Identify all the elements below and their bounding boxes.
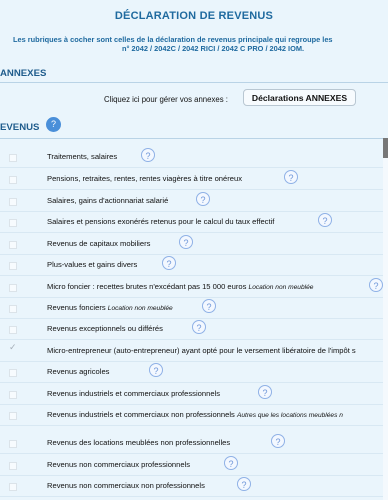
help-icon[interactable]: ?	[237, 477, 251, 491]
row-divider	[0, 361, 383, 362]
annexes-button[interactable]: Déclarations ANNEXES	[243, 89, 356, 106]
revenue-item-checkbox[interactable]	[9, 262, 17, 270]
row-divider	[0, 339, 383, 340]
revenue-declaration-page: DÉCLARATION DE REVENUS Les rubriques à c…	[0, 0, 388, 500]
revenue-item-text: Plus-values et gains divers	[47, 260, 138, 269]
revenue-item-label: Revenus de capitaux mobiliers	[47, 239, 150, 248]
revenue-item-text: Revenus industriels et commerciaux non p…	[47, 410, 235, 419]
revenue-item-text: Salaires et pensions exonérés retenus po…	[47, 217, 275, 226]
row-divider	[0, 211, 383, 212]
revenue-item-checkbox[interactable]	[9, 154, 17, 162]
help-icon[interactable]: ?	[271, 434, 285, 448]
revenue-item-text: Revenus non commerciaux non professionne…	[47, 481, 205, 490]
revenue-item-label: Revenus industriels et commerciaux non p…	[47, 410, 343, 419]
help-icon[interactable]: ?	[224, 456, 238, 470]
revenue-item-text: Revenus industriels et commerciaux profe…	[47, 389, 221, 398]
revenue-item-label: Revenus agricoles	[47, 367, 109, 376]
revenue-item-text: Micro foncier : recettes brutes n'excéda…	[47, 282, 247, 291]
row-divider	[0, 232, 383, 233]
revenue-item-checkbox[interactable]	[9, 241, 17, 249]
row-divider	[0, 189, 383, 190]
revenue-item-text: Pensions, retraites, rentes, rentes viag…	[47, 174, 243, 183]
annexes-prompt: Cliquez ici pour gérer vos annexes :	[104, 95, 228, 104]
revenue-item-checkbox[interactable]	[9, 369, 17, 377]
revenue-item-note: Location non meublée	[107, 305, 173, 312]
revenue-item-checkbox[interactable]	[9, 305, 17, 313]
row-divider	[0, 167, 383, 168]
revenue-item-label: Revenus fonciers Location non meublée	[47, 303, 173, 312]
revenue-item-text: Revenus exceptionnels ou différés	[47, 324, 163, 333]
revenue-item-checkbox[interactable]	[9, 176, 17, 184]
revenue-item-label: Revenus des locations meublées non profe…	[47, 438, 230, 447]
intro-text-line-2: n° 2042 / 2042C / 2042 RICI / 2042 C PRO…	[122, 44, 305, 53]
section-divider	[0, 138, 388, 139]
checkmark-icon[interactable]: ✓	[9, 342, 17, 353]
help-icon[interactable]: ?	[46, 117, 61, 132]
revenue-item-checkbox[interactable]	[9, 391, 17, 399]
annexes-section-header: ANNEXES	[0, 68, 47, 79]
revenue-item-checkbox[interactable]	[9, 440, 17, 448]
revenue-item-text: Revenus des locations meublées non profe…	[47, 438, 231, 447]
help-icon[interactable]: ?	[318, 213, 332, 227]
revenue-item-text: Micro-entrepreneur (auto-entrepreneur) a…	[47, 346, 356, 355]
row-divider	[0, 254, 383, 255]
row-divider	[0, 425, 383, 426]
scrollbar-thumb[interactable]	[383, 138, 388, 158]
intro-text-line-1: Les rubriques à cocher sont celles de la…	[13, 35, 333, 44]
revenue-item-label: Revenus non commerciaux professionnels	[47, 460, 190, 469]
revenue-item-label: Revenus non commerciaux non professionne…	[47, 481, 205, 490]
row-divider	[0, 475, 383, 476]
help-icon[interactable]: ?	[369, 278, 383, 292]
help-icon[interactable]: ?	[284, 170, 298, 184]
revenue-item-checkbox[interactable]	[9, 219, 17, 227]
revenue-item-label: Micro foncier : recettes brutes n'excéda…	[47, 282, 313, 291]
scrollbar-track[interactable]	[383, 138, 388, 500]
revenue-item-text: Revenus fonciers	[47, 303, 106, 312]
page-title: DÉCLARATION DE REVENUS	[114, 10, 274, 22]
revenue-item-checkbox[interactable]	[9, 412, 17, 420]
revenue-item-checkbox[interactable]	[9, 284, 17, 292]
revenue-item-label: Revenus industriels et commerciaux profe…	[47, 389, 220, 398]
revenue-item-label: Salaires, gains d'actionnariat salarié	[47, 196, 168, 205]
help-icon[interactable]: ?	[196, 192, 210, 206]
revenue-item-label: Salaires et pensions exonérés retenus po…	[47, 217, 274, 226]
revenue-item-label: Pensions, retraites, rentes, rentes viag…	[47, 174, 242, 183]
revenue-item-text: Salaires, gains d'actionnariat salarié	[47, 196, 169, 205]
section-divider	[0, 82, 388, 83]
help-icon[interactable]: ?	[179, 235, 193, 249]
revenue-item-text: Revenus de capitaux mobiliers	[47, 239, 151, 248]
help-icon[interactable]: ?	[149, 363, 163, 377]
revenue-item-text: Revenus agricoles	[47, 367, 110, 376]
revenue-item-label: Traitements, salaires	[47, 152, 117, 161]
revenue-item-label: Micro-entrepreneur (auto-entrepreneur) a…	[47, 346, 356, 355]
row-divider	[0, 404, 383, 405]
row-divider	[0, 318, 383, 319]
help-icon[interactable]: ?	[192, 320, 206, 334]
revenue-item-checkbox[interactable]	[9, 198, 17, 206]
row-divider	[0, 496, 383, 497]
revenue-item-text: Revenus non commerciaux professionnels	[47, 460, 191, 469]
revenue-item-checkbox[interactable]	[9, 483, 17, 491]
help-icon[interactable]: ?	[141, 148, 155, 162]
revenue-item-label: Revenus exceptionnels ou différés	[47, 324, 163, 333]
revenue-item-label: Plus-values et gains divers	[47, 260, 137, 269]
row-divider	[0, 275, 383, 276]
revenue-item-checkbox[interactable]	[9, 462, 17, 470]
row-divider	[0, 382, 383, 383]
revenue-item-note: Location non meublée	[248, 284, 314, 291]
help-icon[interactable]: ?	[202, 299, 216, 313]
revenue-item-text: Traitements, salaires	[47, 152, 118, 161]
revenue-item-note: Autres que les locations meublées n	[236, 412, 343, 419]
row-divider	[0, 453, 383, 454]
help-icon[interactable]: ?	[258, 385, 272, 399]
row-divider	[0, 297, 383, 298]
revenue-item-checkbox[interactable]	[9, 326, 17, 334]
help-icon[interactable]: ?	[162, 256, 176, 270]
